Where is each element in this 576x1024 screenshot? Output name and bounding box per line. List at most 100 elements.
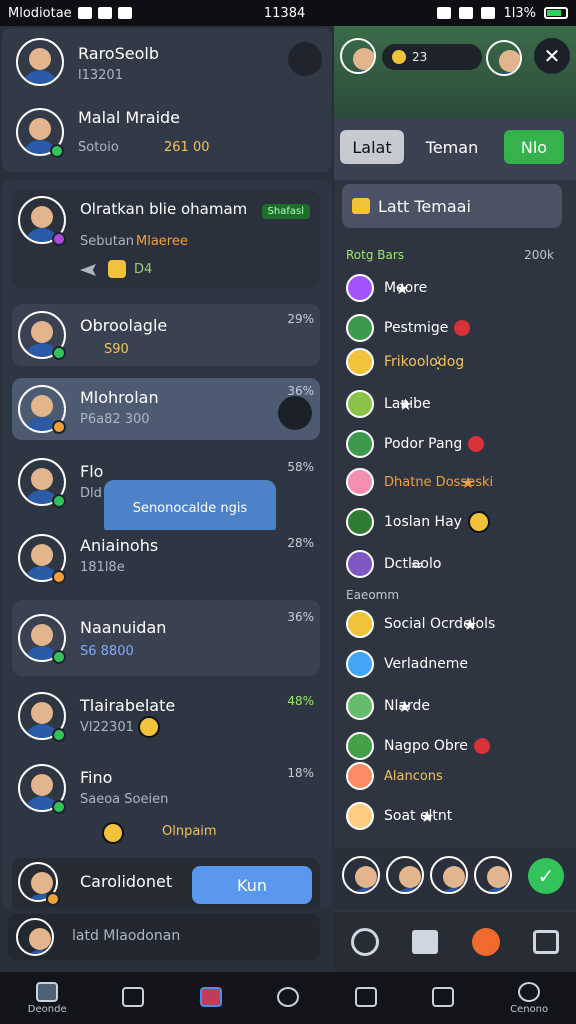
nav-profile[interactable]: Cenono xyxy=(510,981,548,1015)
friend-list-item[interactable]: Pestmige xyxy=(346,312,471,344)
avatar[interactable] xyxy=(430,856,468,894)
conversation-sub: P6a82 300 xyxy=(80,412,150,427)
conversation-item[interactable]: Olratkan blie ohamam Sebutan Mlaeree Sha… xyxy=(12,190,320,288)
confirm-button[interactable]: ✓ xyxy=(528,858,564,894)
progress-percent: 28% xyxy=(287,536,314,550)
friend-list-item[interactable]: Dhatne Dosseski ★ xyxy=(346,466,493,498)
right-footer-actions xyxy=(334,912,576,972)
friend-list-item[interactable]: Frikoolodog ⋮ xyxy=(346,346,464,378)
online-status-dot xyxy=(52,728,66,742)
status-dot xyxy=(52,232,66,246)
avatar xyxy=(346,550,374,578)
status-dot xyxy=(46,892,60,906)
tab-latest[interactable]: Lalat xyxy=(340,130,404,164)
contact-sub: l13201 xyxy=(78,68,123,83)
wifi-icon xyxy=(459,7,474,19)
friend-list-item[interactable]: Nlarde ★ xyxy=(346,690,430,722)
contact-name: Malal Mraide xyxy=(78,108,181,127)
conversation-sub-highlight: Mlaeree xyxy=(136,234,188,249)
avatar xyxy=(346,732,374,760)
composer-placeholder: latd Mlaodonan xyxy=(72,928,181,944)
chat-list-panel: RaroSeolb l13201 Malal Mraide Sotoio 261… xyxy=(0,26,334,972)
top-profile-card[interactable]: RaroSeolb l13201 Malal Mraide Sotoio 261… xyxy=(2,28,332,172)
conversation-item[interactable]: Fino Saeoa Soeien 18% Olnpaim xyxy=(12,760,320,848)
tag-badge: Shafasl xyxy=(261,204,310,219)
friend-name: Alancons xyxy=(384,768,443,784)
notification-icon xyxy=(77,7,92,19)
conversation-title: Aniainohs xyxy=(80,536,159,555)
section-header-card: Latt Temaai xyxy=(342,184,562,228)
tooltip-popup: Senonocalde ngis xyxy=(104,480,276,536)
conversation-title: Tlairabelate xyxy=(80,696,176,715)
search-icon[interactable] xyxy=(350,928,379,956)
nav-label: Deonde xyxy=(27,1003,67,1015)
friend-name: Social Ocrdolols xyxy=(384,616,496,632)
friend-list-item[interactable]: Social Ocrdolols ★ xyxy=(346,608,495,640)
avatar[interactable] xyxy=(486,40,522,76)
friend-list-item[interactable]: Moore ★ xyxy=(346,272,427,304)
list-group-title: Eaeomm xyxy=(346,588,400,602)
home-icon[interactable] xyxy=(533,930,560,954)
conversation-item-selected[interactable]: Mlohrolan P6a82 300 36% xyxy=(12,378,320,440)
bookmark-icon xyxy=(432,987,455,1007)
friend-list-item[interactable]: Soat oltnt ★ xyxy=(346,800,452,832)
crown-count: D4 xyxy=(134,262,153,277)
avatar[interactable] xyxy=(342,856,380,894)
tab-friends[interactable]: Teman xyxy=(418,130,486,164)
gift-icon[interactable] xyxy=(412,930,439,954)
avatar[interactable] xyxy=(474,856,512,894)
progress-percent: 18% xyxy=(287,766,314,780)
close-button[interactable]: ✕ xyxy=(534,38,570,74)
avatar xyxy=(346,390,374,418)
avatar xyxy=(346,762,374,790)
conversation-item[interactable]: Aniainohs 181l8e 28% xyxy=(12,530,320,592)
avatar[interactable] xyxy=(340,38,376,74)
conversation-sub: Vl22301 xyxy=(80,720,134,735)
status-time: 11384 xyxy=(263,5,306,21)
react-button[interactable] xyxy=(278,396,312,430)
avatar xyxy=(346,610,374,638)
nav-chat[interactable] xyxy=(199,987,222,1009)
conversation-item[interactable]: Tlairabelate Vl22301 48% xyxy=(12,688,320,750)
avatar[interactable] xyxy=(386,856,424,894)
tab-new[interactable]: Nlo xyxy=(504,130,564,164)
crown-icon xyxy=(108,260,126,278)
list-group-title: Rotg Bars xyxy=(346,248,405,262)
shield-icon xyxy=(117,7,132,19)
conversation-item[interactable]: Obroolagle S90 29% xyxy=(12,304,320,366)
friend-list-item[interactable]: Verladneme xyxy=(346,648,468,680)
refresh-button[interactable] xyxy=(288,42,322,76)
friend-list-item[interactable]: 1oslan Hay xyxy=(346,506,490,538)
conversation-sub: Sebutan xyxy=(80,234,135,249)
star-icon: ★ xyxy=(398,394,413,414)
nav-house[interactable] xyxy=(122,987,145,1009)
avatar xyxy=(346,274,374,302)
status-left-text: Mlodiotae xyxy=(8,5,72,21)
action-row-title: Carolidonet xyxy=(80,872,173,891)
avatar[interactable] xyxy=(16,38,64,86)
friend-list-item[interactable]: Dctlaolo ≈ xyxy=(346,548,441,580)
clock-icon xyxy=(277,987,300,1007)
online-friends-strip: ✓ xyxy=(334,848,576,910)
friend-name: Pestmige xyxy=(384,320,449,336)
nav-inbox[interactable] xyxy=(354,987,377,1009)
nav-clock[interactable] xyxy=(277,987,300,1009)
friend-list-item[interactable]: Podor Pang xyxy=(346,428,485,460)
conversation-list: Olratkan blie ohamam Sebutan Mlaeree Sha… xyxy=(2,180,332,914)
profile-icon xyxy=(518,981,541,1002)
emoji-icon xyxy=(467,511,490,533)
composer-input[interactable]: latd Mlaodonan xyxy=(8,914,320,960)
conversation-item[interactable]: Naanuidan S6 8800 36% xyxy=(12,600,320,676)
friend-list-item[interactable]: Alancons xyxy=(346,760,443,792)
friend-name: Nagpo Obre xyxy=(384,738,468,754)
nav-home[interactable]: Deonde xyxy=(27,981,67,1015)
friend-name: 1oslan Hay xyxy=(384,514,462,530)
friend-list-item[interactable]: Lanibe ★ xyxy=(346,388,431,420)
chat-icon[interactable] xyxy=(471,928,500,956)
conversation-sub: S6 8800 xyxy=(80,644,134,659)
conversation-sub: S90 xyxy=(104,342,129,357)
grass-icon: ≈ xyxy=(410,554,424,574)
primary-action-button[interactable]: Kun xyxy=(192,866,312,904)
friend-list-item[interactable]: Nagpo Obre xyxy=(346,730,490,762)
nav-bookmark[interactable] xyxy=(432,987,455,1009)
